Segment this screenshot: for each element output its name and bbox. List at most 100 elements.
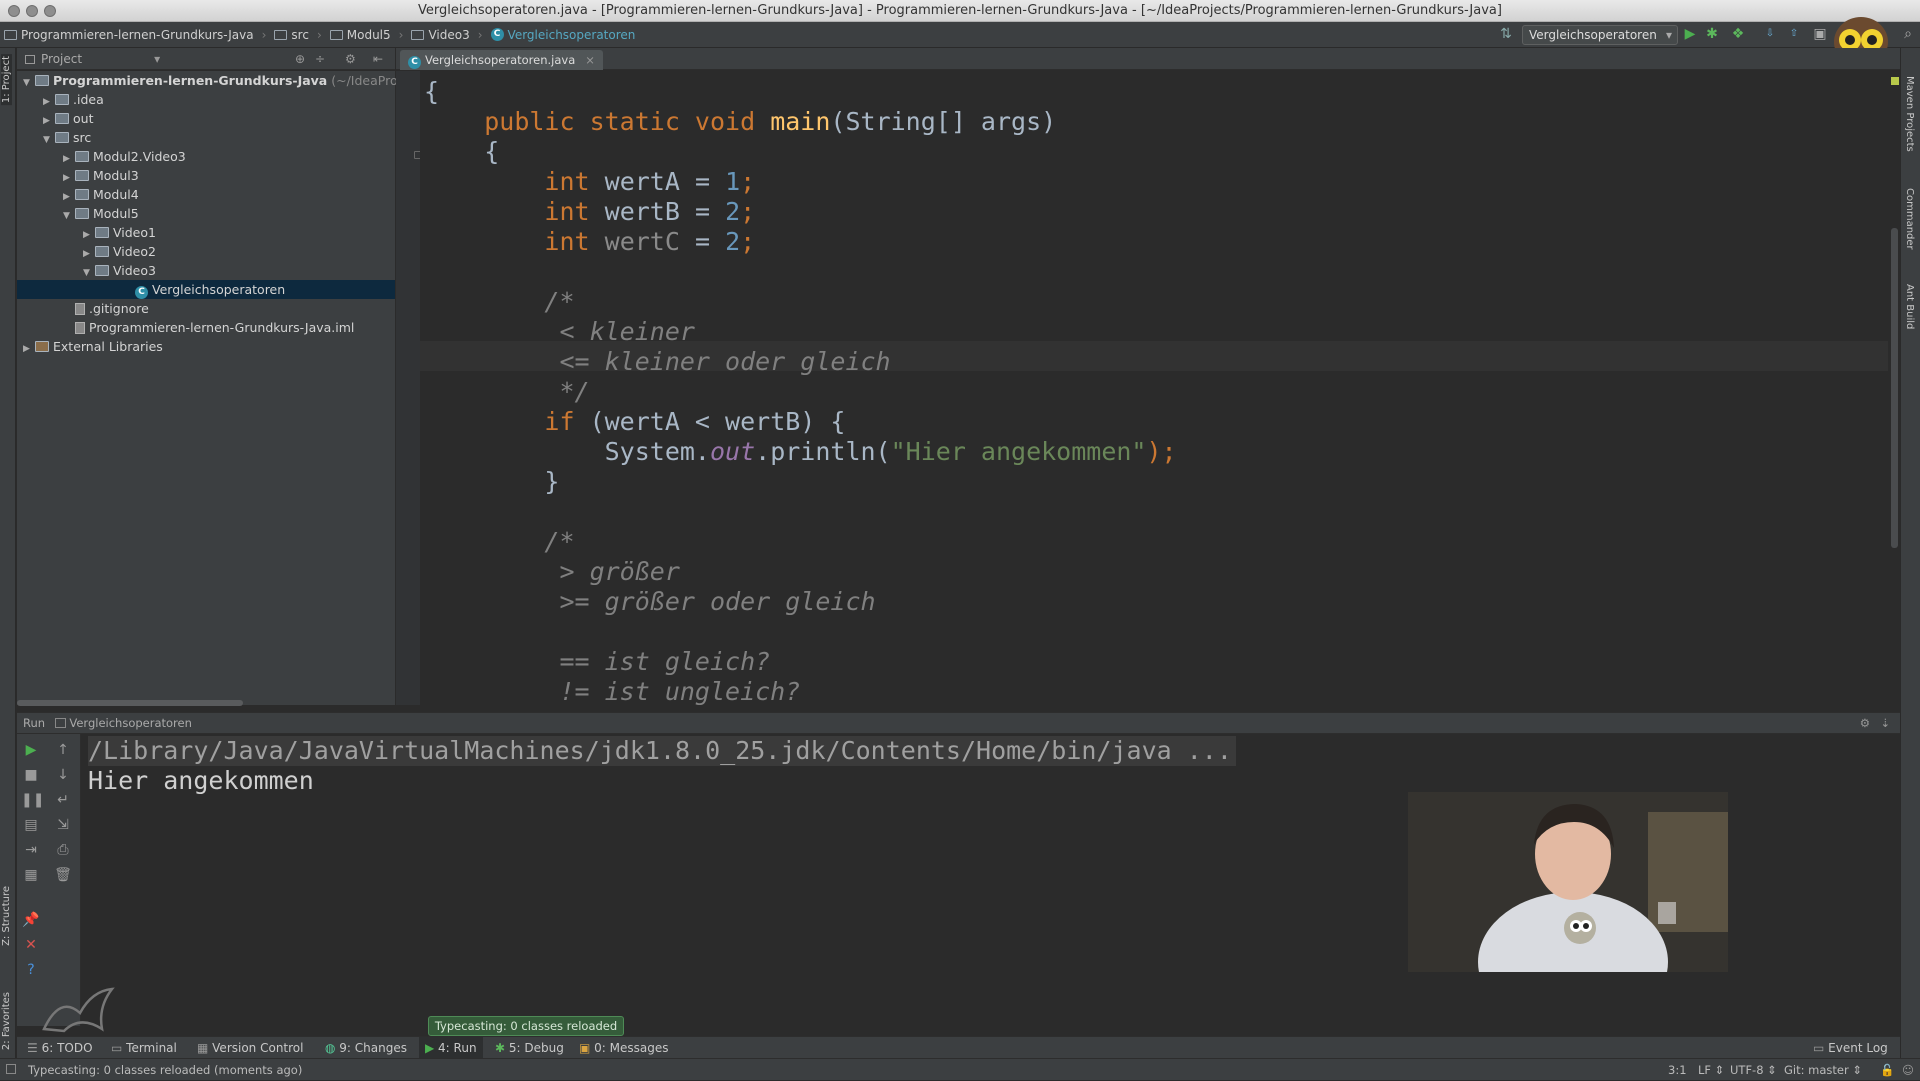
tree-item-label: Programmieren-lernen-Grundkurs-Java.iml bbox=[89, 320, 355, 335]
code-line: int wertC = 2; bbox=[544, 227, 756, 256]
tool-tab-todo[interactable]: ☰ 6: TODO bbox=[27, 1037, 93, 1059]
search-icon[interactable]: ⌕ bbox=[1900, 26, 1916, 42]
project-view-icon bbox=[25, 55, 35, 64]
typecasting-notification[interactable]: Typecasting: 0 classes reloaded bbox=[428, 1016, 624, 1036]
dump-threads-icon[interactable]: ▤ bbox=[21, 815, 41, 835]
editor-tab-vergleichsoperatoren[interactable]: C Vergleichsoperatoren.java × bbox=[400, 50, 603, 70]
hide-panel-icon[interactable]: ⇣ bbox=[1880, 713, 1890, 733]
navigation-bar: Programmieren-lernen-Grundkurs-Java › src… bbox=[0, 22, 1920, 48]
soft-wrap-icon[interactable]: ↵ bbox=[53, 790, 73, 810]
print-icon[interactable]: ⎙ bbox=[53, 840, 73, 860]
tree-item[interactable]: Programmieren-lernen-Grundkurs-Java.iml bbox=[17, 318, 395, 337]
line-separator[interactable]: LF ⇕ bbox=[1698, 1059, 1724, 1081]
settings-icon[interactable]: ▦ bbox=[21, 865, 41, 885]
scroll-to-end-icon[interactable]: ⇲ bbox=[53, 815, 73, 835]
breadcrumb-src[interactable]: src › bbox=[270, 28, 325, 42]
close-window-button[interactable] bbox=[8, 5, 20, 17]
tree-item[interactable]: ▼ Programmieren-lernen-Grundkurs-Java (~/I… bbox=[17, 71, 421, 90]
tree-item[interactable]: ▶ out bbox=[17, 109, 395, 128]
sdk-icon[interactable]: ▣ bbox=[1812, 26, 1828, 42]
editor-scroll-thumb[interactable] bbox=[1891, 228, 1898, 548]
breadcrumb-project[interactable]: Programmieren-lernen-Grundkurs-Java › bbox=[0, 28, 270, 42]
breadcrumb-class[interactable]: C Vergleichsoperatoren bbox=[487, 28, 640, 42]
tree-item[interactable]: ▶ .idea bbox=[17, 90, 395, 109]
editor-gutter[interactable] bbox=[396, 71, 422, 705]
tree-item[interactable]: ▶ External Libraries bbox=[17, 337, 395, 356]
inspection-status-icon[interactable] bbox=[1891, 77, 1899, 85]
tool-tab-run[interactable]: ▶ 4: Run bbox=[419, 1037, 483, 1059]
hector-icon[interactable]: ☺ bbox=[1902, 1059, 1914, 1081]
pin-icon[interactable]: 📌 bbox=[21, 910, 41, 930]
tool-tab-commander[interactable]: Commander bbox=[1904, 188, 1915, 250]
tool-tab-debug[interactable]: ✱ 5: Debug bbox=[495, 1037, 564, 1059]
clear-all-icon[interactable]: 🗑 bbox=[53, 865, 73, 885]
tree-item-label: External Libraries bbox=[53, 339, 163, 354]
pause-icon[interactable]: ❚❚ bbox=[21, 790, 44, 810]
folder-icon bbox=[4, 29, 17, 40]
tree-item[interactable]: ▼ src bbox=[17, 128, 395, 147]
tool-tab-changes[interactable]: ◍ 9: Changes bbox=[325, 1037, 407, 1059]
project-horizontal-scrollbar[interactable] bbox=[17, 700, 243, 706]
minimize-window-button[interactable] bbox=[26, 5, 38, 17]
run-tab-vergleichsoperatoren[interactable]: Vergleichsoperatoren bbox=[69, 716, 192, 730]
help-icon[interactable]: ? bbox=[21, 960, 41, 980]
tool-tab-version-control[interactable]: ▦ Version Control bbox=[197, 1037, 303, 1059]
build-icon[interactable]: ⇅ bbox=[1498, 26, 1514, 42]
stop-icon[interactable]: ■ bbox=[21, 765, 41, 785]
collapsed-arrow-icon[interactable]: ▶ bbox=[23, 340, 35, 359]
project-view-select[interactable]: Project bbox=[41, 52, 82, 66]
tree-item[interactable]: .gitignore bbox=[17, 299, 395, 318]
debug-icon[interactable]: ✱ bbox=[1704, 26, 1720, 42]
file-encoding[interactable]: UTF-8 ⇕ bbox=[1730, 1059, 1777, 1081]
tree-item[interactable]: ▶ Video2 bbox=[17, 242, 395, 261]
tree-item[interactable]: C Vergleichsoperatoren bbox=[17, 280, 395, 299]
tree-item[interactable]: ▶ Modul2.Video3 bbox=[17, 147, 395, 166]
tree-item-label: Video3 bbox=[113, 263, 156, 278]
tool-tab-messages[interactable]: ▣ 0: Messages bbox=[579, 1037, 669, 1059]
tree-item-label: .gitignore bbox=[89, 301, 149, 316]
status-message[interactable]: Typecasting: 0 classes reloaded (moments… bbox=[28, 1059, 302, 1081]
tree-item[interactable]: ▶ Video1 bbox=[17, 223, 395, 242]
up-arrow-icon[interactable]: ↑ bbox=[53, 740, 73, 760]
code-line: > größer bbox=[559, 557, 680, 586]
tool-tab-terminal[interactable]: ▭ Terminal bbox=[111, 1037, 177, 1059]
gear-icon[interactable]: ⚙ bbox=[345, 48, 356, 70]
tree-item-label: Video2 bbox=[113, 244, 156, 259]
close-tab-icon[interactable]: × bbox=[585, 53, 595, 67]
event-log-button[interactable]: ▭ Event Log bbox=[1813, 1037, 1888, 1059]
tool-tab-structure[interactable]: Z: Structure bbox=[1, 886, 12, 946]
code-editor[interactable]: { public static void main(String[] args)… bbox=[420, 71, 1888, 705]
code-line: System.out.println("Hier angekommen"); bbox=[604, 437, 1177, 466]
status-toggle-icon[interactable] bbox=[6, 1064, 16, 1074]
zoom-window-button[interactable] bbox=[44, 5, 56, 17]
tool-tab-maven[interactable]: Maven Projects bbox=[1904, 76, 1915, 152]
restore-layout-icon[interactable]: ⇥ bbox=[21, 840, 41, 860]
down-arrow-icon[interactable]: ↓ bbox=[53, 765, 73, 785]
tool-tab-project[interactable]: 1: Project bbox=[1, 54, 12, 106]
chevron-down-icon[interactable]: ▾ bbox=[154, 52, 160, 66]
breadcrumb-modul5[interactable]: Modul5 › bbox=[326, 28, 408, 42]
git-branch[interactable]: Git: master ⇕ bbox=[1784, 1059, 1862, 1081]
tree-item[interactable]: ▶ Modul4 bbox=[17, 185, 395, 204]
gear-icon[interactable]: ⚙ bbox=[1860, 713, 1870, 733]
close-icon[interactable]: ✕ bbox=[21, 935, 41, 955]
tree-item[interactable]: ▼ Modul5 bbox=[17, 204, 395, 223]
tree-item[interactable]: ▼ Video3 bbox=[17, 261, 395, 280]
caret-position[interactable]: 3:1 bbox=[1668, 1059, 1687, 1081]
project-tree: ▼ Programmieren-lernen-Grundkurs-Java (~/I… bbox=[17, 71, 421, 705]
breadcrumb-video3[interactable]: Video3 › bbox=[407, 28, 486, 42]
run-icon[interactable]: ▶ bbox=[1682, 26, 1698, 42]
hide-panel-icon[interactable]: ⇤ bbox=[373, 48, 383, 70]
tree-item[interactable]: ▶ Modul3 bbox=[17, 166, 395, 185]
vcs-update-icon[interactable]: ⇩ bbox=[1762, 26, 1778, 42]
locate-icon[interactable]: ⊕ bbox=[295, 48, 305, 70]
tool-tab-ant[interactable]: Ant Build bbox=[1904, 284, 1915, 329]
window-title-bar: Vergleichsoperatoren.java - [Programmier… bbox=[0, 0, 1920, 22]
collapse-all-icon[interactable]: ÷ bbox=[315, 48, 325, 70]
tool-tab-favorites[interactable]: 2: Favorites bbox=[1, 992, 12, 1050]
vcs-commit-icon[interactable]: ⇧ bbox=[1786, 26, 1802, 42]
rerun-icon[interactable]: ▶ bbox=[21, 740, 41, 760]
run-configuration-select[interactable]: Vergleichsoperatoren ▾ bbox=[1522, 25, 1678, 45]
coverage-icon[interactable]: ❖ bbox=[1730, 26, 1746, 42]
lock-icon[interactable]: 🔓 bbox=[1880, 1059, 1894, 1081]
